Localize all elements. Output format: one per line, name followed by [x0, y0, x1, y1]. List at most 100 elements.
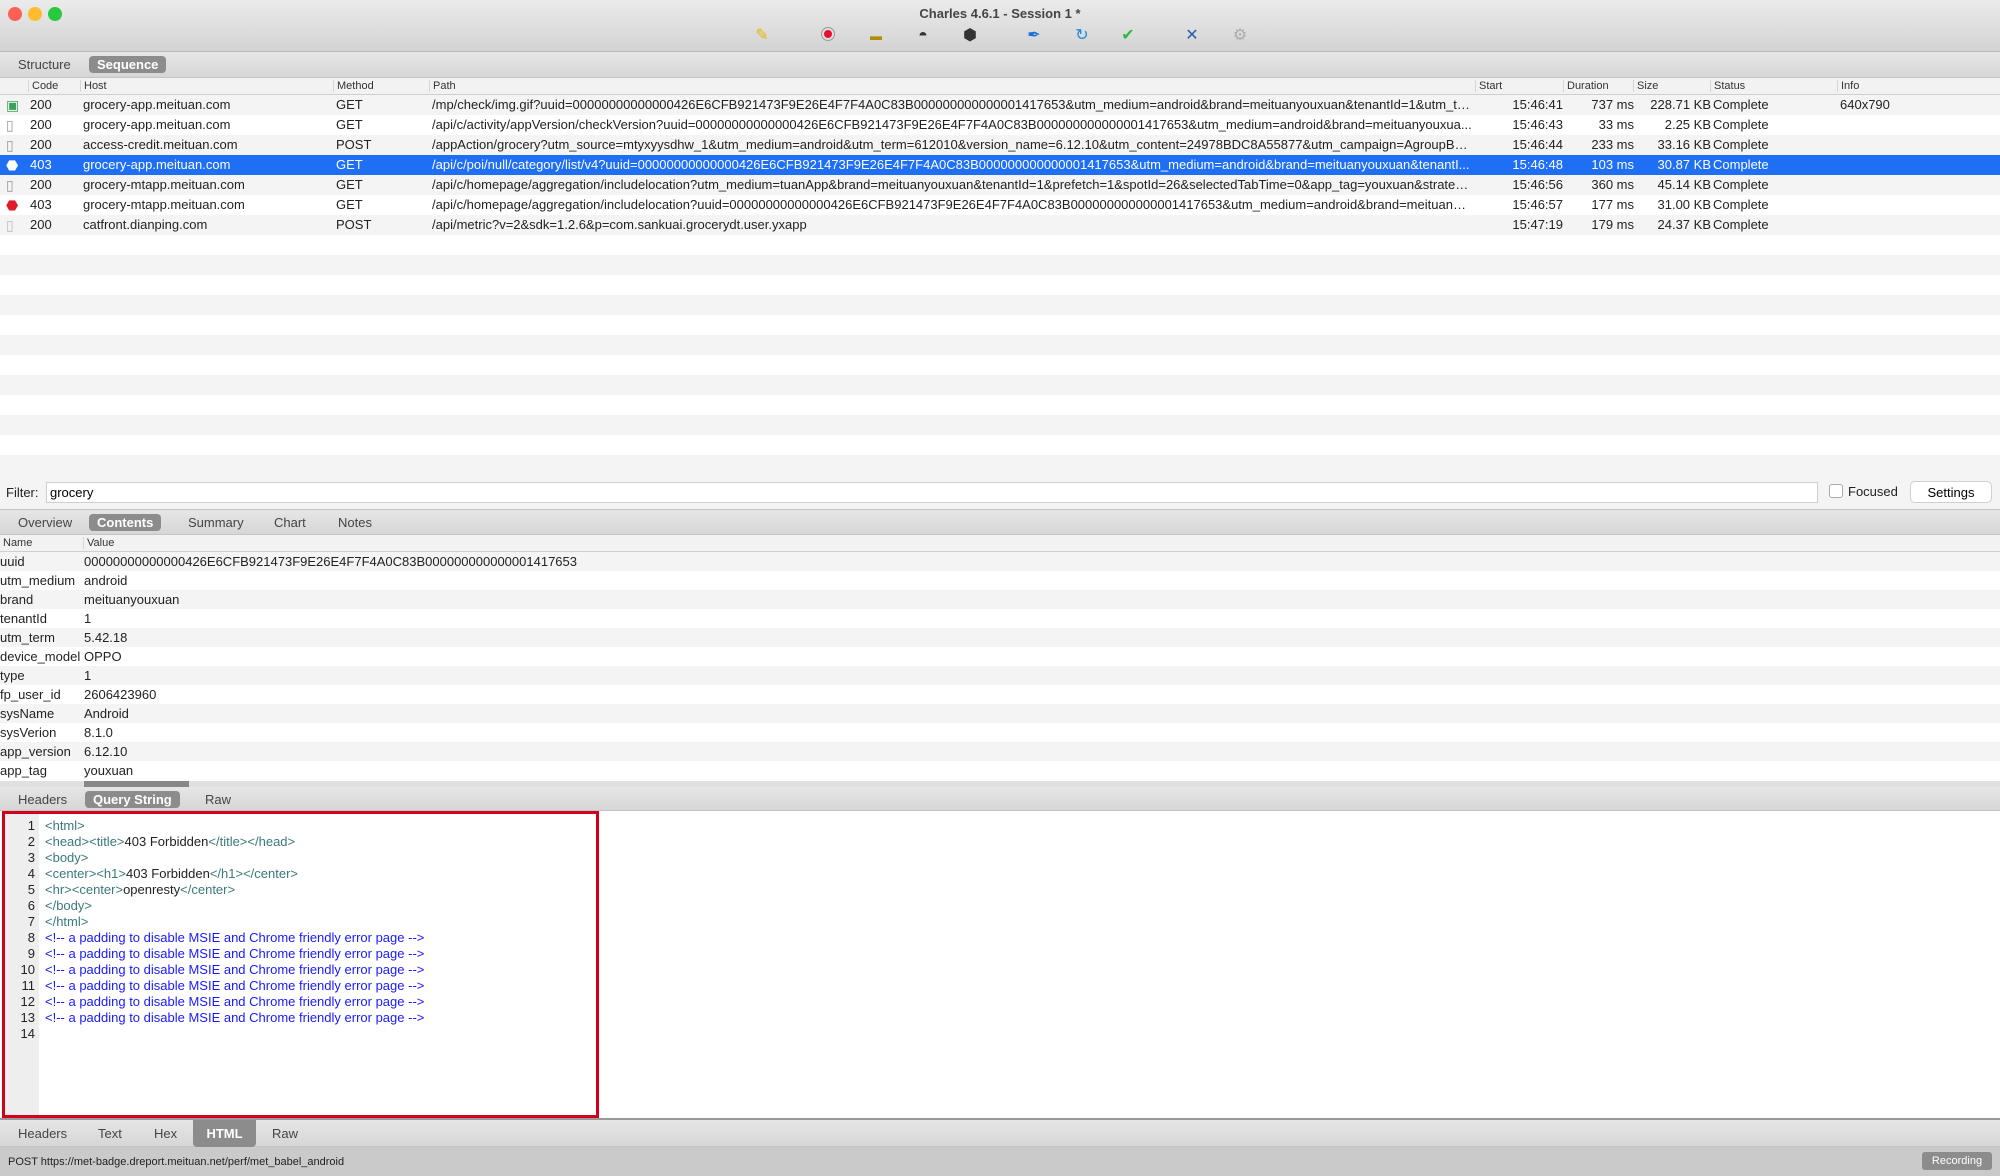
- column-code[interactable]: Code: [28, 80, 58, 92]
- recording-badge[interactable]: Recording: [1922, 1152, 1992, 1170]
- param-row[interactable]: uuid 00000000000000426E6CFB921473F9E26E4F…: [0, 552, 2000, 571]
- cell-path: /appAction/grocery?utm_source=mtyxyysdhw…: [432, 137, 1472, 152]
- response-tab-bar: Headers Text Hex HTML Raw: [0, 1120, 2000, 1147]
- view-tab-bar: Structure Sequence: [0, 52, 2000, 78]
- cell-method: GET: [336, 97, 363, 112]
- param-name: sysName: [0, 706, 55, 721]
- tab-chart[interactable]: Chart: [266, 514, 314, 531]
- param-value: Android: [84, 706, 129, 721]
- param-value: android: [84, 573, 128, 588]
- settings-gear-icon[interactable]: ⚙: [1230, 26, 1250, 46]
- param-row[interactable]: utm_term 5.42.18: [0, 628, 2000, 647]
- cell-status: Complete: [1713, 97, 1769, 112]
- tab-summary[interactable]: Summary: [180, 514, 252, 531]
- column-path[interactable]: Path: [429, 80, 456, 92]
- line-number: 12: [20, 994, 35, 1009]
- cell-start: 15:46:56: [1512, 177, 1563, 192]
- html-comment: <!-- a padding to disable MSIE and Chrom…: [45, 946, 425, 961]
- tab-text[interactable]: Text: [90, 1125, 130, 1142]
- error-stop-icon: ⬣: [6, 157, 19, 173]
- line-number: 1: [27, 818, 35, 833]
- cell-code: 403: [30, 157, 52, 172]
- cell-start: 15:46:44: [1512, 137, 1563, 152]
- cell-host: grocery-mtapp.meituan.com: [83, 197, 245, 212]
- column-method[interactable]: Method: [333, 80, 374, 92]
- column-size[interactable]: Size: [1633, 80, 1658, 92]
- tab-request-headers[interactable]: Headers: [10, 791, 75, 808]
- query-params-table: uuid 00000000000000426E6CFB921473F9E26E4F…: [0, 552, 2000, 780]
- tab-response-raw[interactable]: Raw: [264, 1125, 306, 1142]
- breakpoint-icon[interactable]: ⬢: [960, 26, 980, 46]
- tab-request-raw[interactable]: Raw: [197, 791, 239, 808]
- table-row[interactable]: ▯ 200 access-credit.meituan.com POST/appAct…: [0, 135, 2000, 155]
- param-row[interactable]: app_version 6.12.10: [0, 742, 2000, 761]
- table-row[interactable]: ▯ 200 grocery-app.meituan.com GET/api/c/act…: [0, 115, 2000, 135]
- tab-html[interactable]: HTML: [193, 1120, 256, 1147]
- cell-size: 24.37 KB: [1657, 217, 1712, 232]
- tab-response-headers[interactable]: Headers: [10, 1125, 75, 1142]
- ssl-lock-icon[interactable]: ▬: [866, 26, 886, 46]
- tab-notes[interactable]: Notes: [330, 514, 380, 531]
- throttle-icon[interactable]: ◓: [913, 26, 933, 46]
- param-name: utm_medium: [0, 573, 76, 588]
- code-line: <!-- a padding to disable MSIE and Chrom…: [45, 962, 424, 978]
- param-row[interactable]: app_tag youxuan: [0, 761, 2000, 780]
- repeat-icon[interactable]: ↻: [1072, 26, 1092, 46]
- record-icon[interactable]: [818, 26, 838, 46]
- cell-host: access-credit.meituan.com: [83, 137, 238, 152]
- filter-input[interactable]: [46, 482, 1818, 503]
- html-source-view[interactable]: 1 <html> 2 <head><title>403 Forbidden</titl…: [2, 811, 599, 1118]
- column-value[interactable]: Value: [83, 537, 114, 549]
- table-row[interactable]: ⬣ 403 grocery-app.meituan.com GET/api/c/poi…: [0, 155, 2000, 175]
- tab-sequence[interactable]: Sequence: [89, 56, 167, 73]
- table-row[interactable]: ▯ 200 grocery-mtapp.meituan.com GET/api/c/h…: [0, 175, 2000, 195]
- tools-icon[interactable]: ✕: [1182, 26, 1202, 46]
- param-row[interactable]: fp_user_id 2606423960: [0, 685, 2000, 704]
- param-row[interactable]: tenantId 1: [0, 609, 2000, 628]
- column-host[interactable]: Host: [80, 80, 107, 92]
- table-row[interactable]: ▣ 200 grocery-app.meituan.com GET/mp/check/…: [0, 95, 2000, 115]
- settings-button[interactable]: Settings: [1910, 481, 1992, 503]
- param-value: OPPO: [84, 649, 122, 664]
- line-number: 5: [27, 882, 35, 897]
- param-row[interactable]: brand meituanyouxuan: [0, 590, 2000, 609]
- tab-contents[interactable]: Contents: [89, 514, 162, 531]
- param-row[interactable]: device_model OPPO: [0, 647, 2000, 666]
- param-row[interactable]: type 1: [0, 666, 2000, 685]
- tab-hex[interactable]: Hex: [146, 1125, 185, 1142]
- column-start[interactable]: Start: [1475, 80, 1502, 92]
- line-number: 11: [21, 978, 36, 993]
- tab-structure[interactable]: Structure: [10, 56, 79, 73]
- compose-pen-icon[interactable]: ✒: [1024, 26, 1044, 46]
- column-info[interactable]: Info: [1837, 80, 1859, 92]
- param-row[interactable]: sysName Android: [0, 704, 2000, 723]
- cell-path: /api/c/homepage/aggregation/includelocat…: [432, 197, 1472, 212]
- param-row[interactable]: utm_medium android: [0, 571, 2000, 590]
- html-text: 403 Forbidden: [125, 866, 210, 881]
- param-name: type: [0, 668, 25, 683]
- column-duration[interactable]: Duration: [1563, 80, 1609, 92]
- column-status[interactable]: Status: [1710, 80, 1745, 92]
- table-header: Code Host Method Path Start Duration Siz…: [0, 78, 2000, 95]
- param-name: uuid: [0, 554, 25, 569]
- tab-query-string[interactable]: Query String: [85, 791, 180, 808]
- cell-path: /api/c/activity/appVersion/checkVersion?…: [432, 117, 1472, 132]
- cell-info: 640x790: [1840, 97, 1890, 112]
- cell-size: 45.14 KB: [1657, 177, 1712, 192]
- table-row[interactable]: ▯ 200 catfront.dianping.com POST/api/metric…: [0, 215, 2000, 235]
- empty-row: [0, 415, 2000, 435]
- focused-checkbox[interactable]: [1829, 484, 1843, 498]
- tab-overview[interactable]: Overview: [10, 514, 80, 531]
- broom-icon[interactable]: ✎: [752, 26, 772, 46]
- validate-check-icon[interactable]: ✔: [1118, 26, 1138, 46]
- empty-row: [0, 455, 2000, 475]
- cell-duration: 33 ms: [1598, 117, 1634, 132]
- param-row[interactable]: sysVerion 8.1.0: [0, 723, 2000, 742]
- cell-method: POST: [336, 217, 372, 232]
- column-name[interactable]: Name: [0, 537, 32, 549]
- cell-duration: 233 ms: [1591, 137, 1634, 152]
- empty-row: [0, 335, 2000, 355]
- table-row[interactable]: ⬣ 403 grocery-mtapp.meituan.com GET/api/c/h…: [0, 195, 2000, 215]
- empty-row: [0, 275, 2000, 295]
- error-stop-icon: ⬣: [6, 197, 19, 213]
